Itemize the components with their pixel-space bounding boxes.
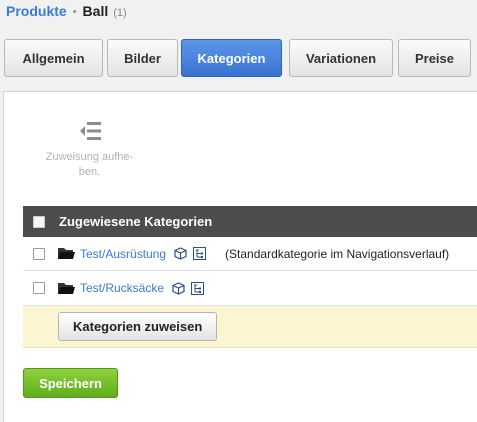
- unassign-label-line2: ben.: [78, 166, 101, 178]
- assigned-categories-table: Zugewiesene Kategorien Test/Ausrüstung (…: [23, 206, 477, 348]
- cube-icon[interactable]: [172, 281, 185, 295]
- breadcrumb-products-link[interactable]: Produkte: [6, 3, 67, 19]
- table-row: Test/Ausrüstung (Standardkategorie im Na…: [23, 237, 477, 271]
- table-header: Zugewiesene Kategorien: [23, 206, 477, 237]
- breadcrumb-separator: •: [72, 6, 77, 18]
- breadcrumb-current: Ball: [82, 3, 109, 19]
- cube-icon[interactable]: [174, 247, 187, 260]
- category-link[interactable]: Test/Ausrüstung: [80, 247, 166, 261]
- save-button[interactable]: Speichern: [23, 368, 118, 398]
- folder-icon: [58, 248, 75, 259]
- folder-icon: [58, 282, 75, 294]
- tab-preise[interactable]: Preise: [398, 39, 471, 77]
- assign-row: Kategorien zuweisen: [23, 306, 477, 348]
- row-checkbox[interactable]: [33, 282, 45, 294]
- assign-categories-button[interactable]: Kategorien zuweisen: [58, 312, 218, 341]
- table-header-title: Zugewiesene Kategorien: [59, 214, 213, 229]
- tree-icon[interactable]: [191, 281, 205, 295]
- tab-bilder[interactable]: Bilder: [107, 39, 178, 77]
- tree-icon[interactable]: [193, 247, 207, 260]
- tab-allgemein[interactable]: Allgemein: [4, 39, 103, 77]
- tab-variationen[interactable]: Variationen: [289, 39, 393, 77]
- unassign-list-icon: [79, 122, 101, 140]
- breadcrumb: Produkte • Ball (1): [6, 3, 127, 21]
- select-all-checkbox[interactable]: [33, 215, 45, 228]
- category-link[interactable]: Test/Rucksäcke: [80, 281, 164, 295]
- default-category-note: (Standardkategorie im Navigationsverlauf…: [225, 246, 450, 261]
- row-checkbox[interactable]: [33, 247, 45, 260]
- tab-kategorien[interactable]: Kategorien: [181, 39, 282, 77]
- unassign-button[interactable]: Zuweisung aufhe- ben.: [32, 120, 147, 180]
- unassign-label-line1: Zuweisung aufhe-: [45, 151, 134, 163]
- table-row: Test/Rucksäcke: [23, 271, 477, 306]
- breadcrumb-count: (1): [113, 7, 127, 19]
